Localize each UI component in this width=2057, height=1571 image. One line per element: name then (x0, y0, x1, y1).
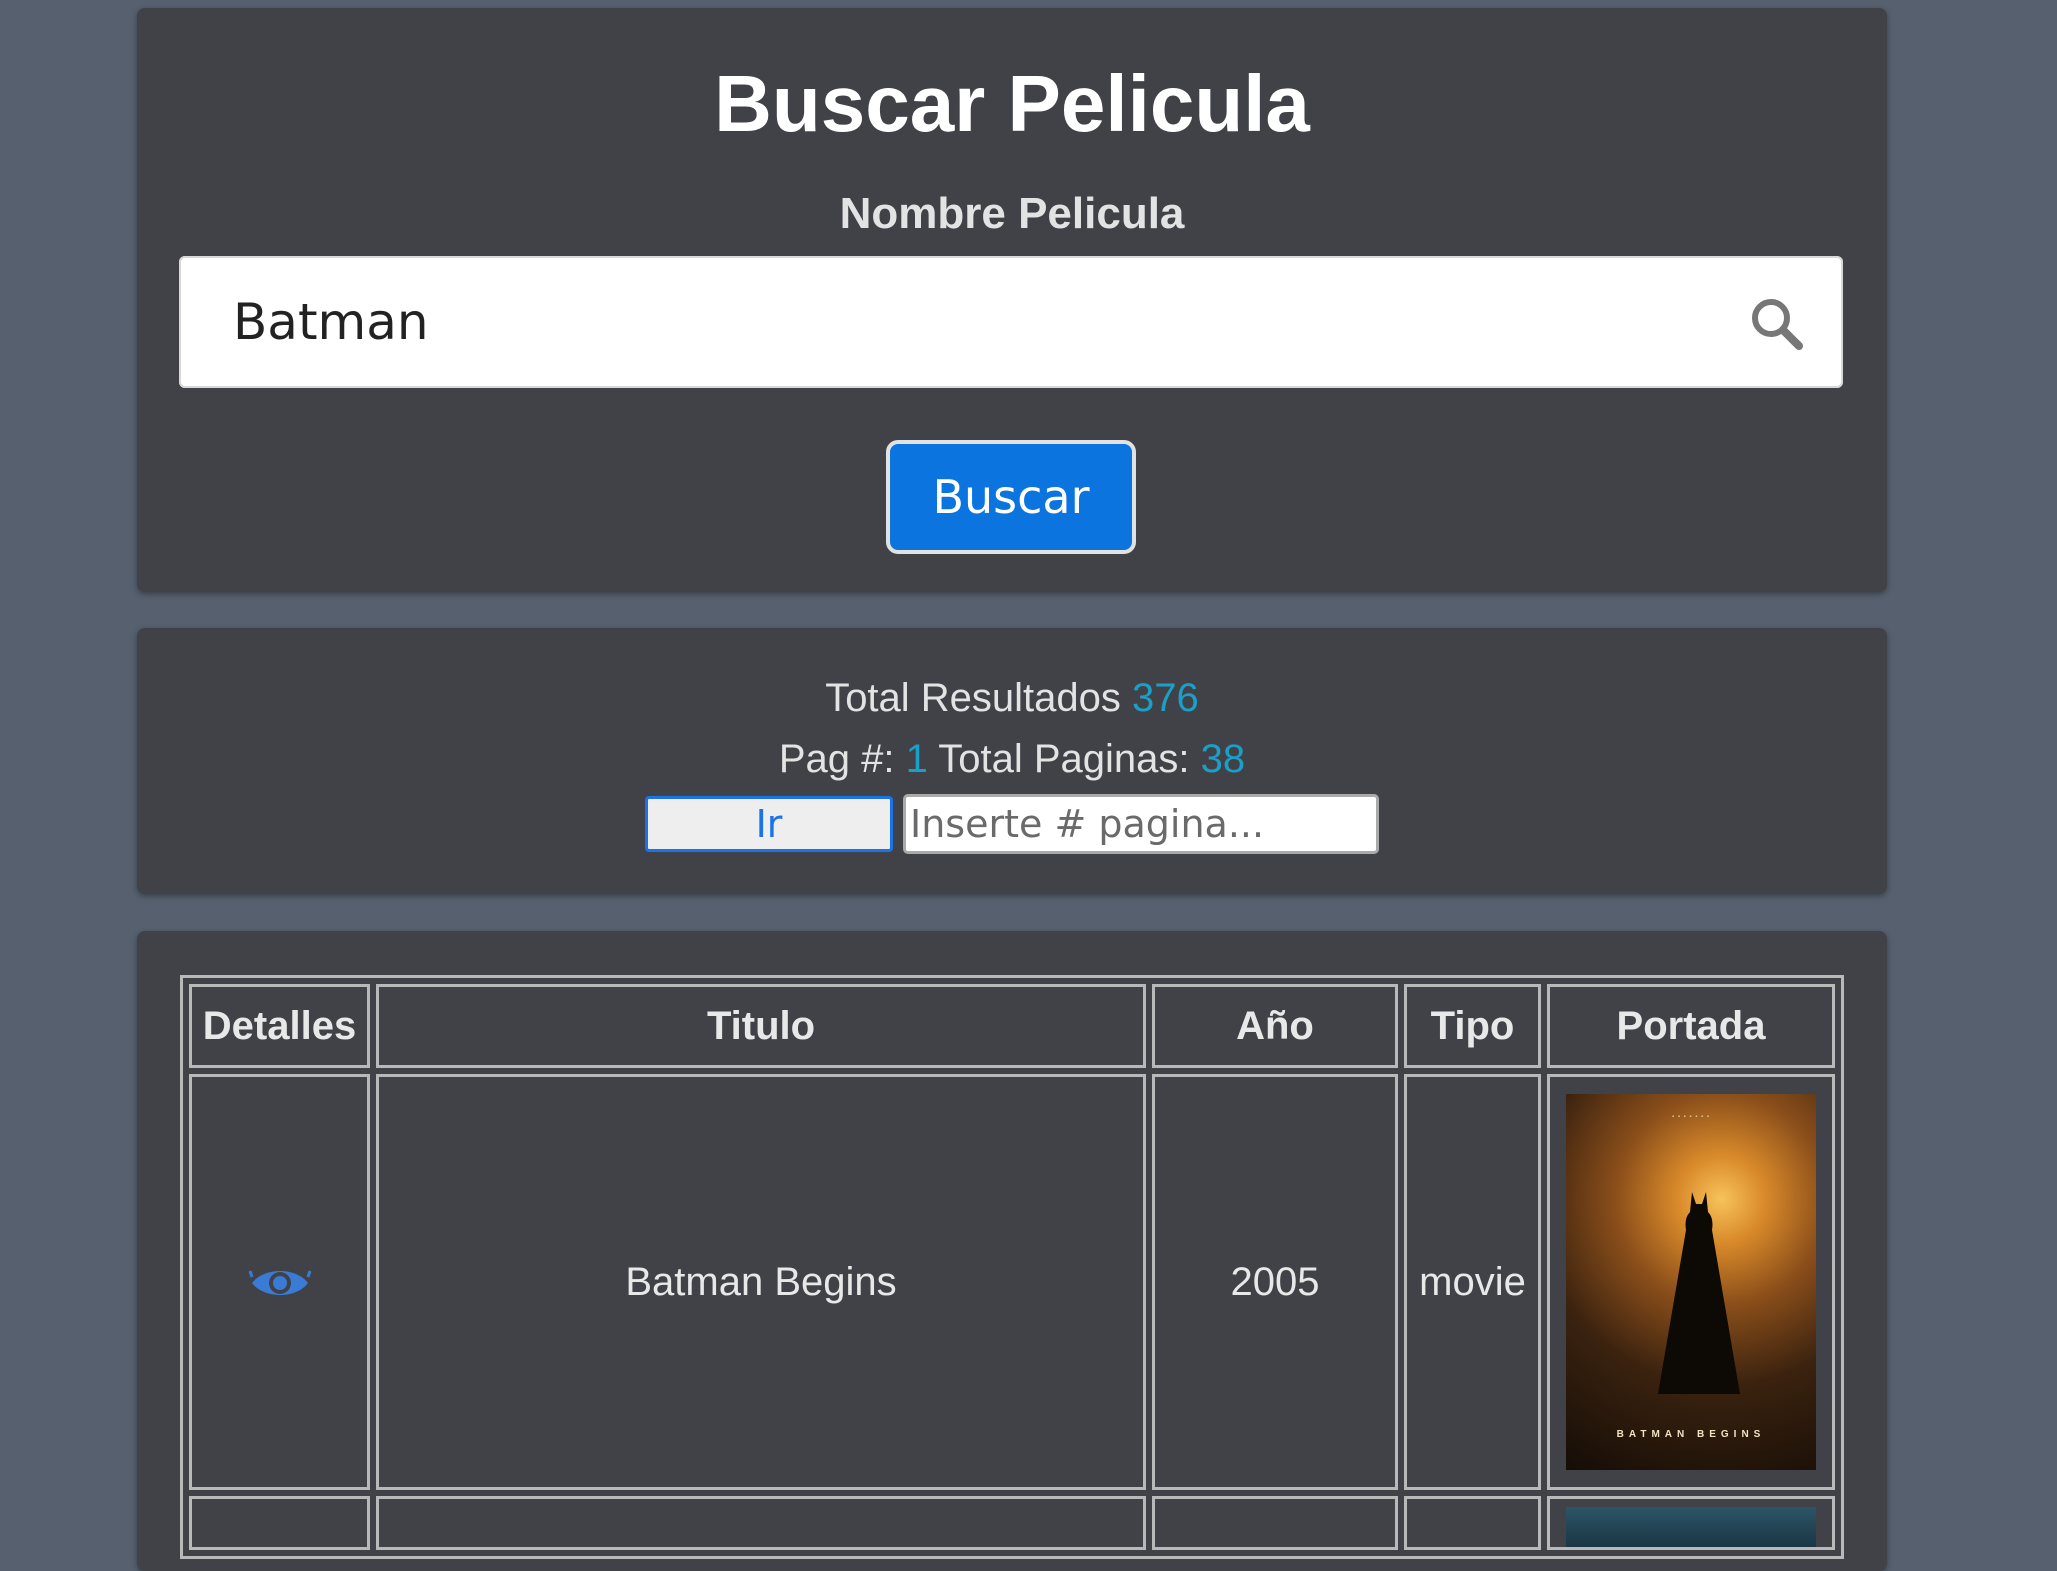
poster-credits: ▪ ▪ ▪ ▪ ▪ ▪ ▪ (1672, 1114, 1710, 1120)
header-ano: Año (1152, 984, 1398, 1068)
details-cell (189, 1074, 370, 1490)
results-panel: Total Resultados 376 Pag #: 1 Total Pagi… (137, 628, 1887, 894)
title-cell: Batman Begins (376, 1074, 1146, 1490)
table-row (189, 1496, 1835, 1550)
details-cell (189, 1496, 370, 1550)
results-table: Detalles Titulo Año Tipo Portada Batman … (180, 975, 1844, 1559)
search-icon[interactable] (1749, 296, 1805, 352)
total-pages-value: 38 (1200, 737, 1246, 781)
search-box (179, 256, 1843, 388)
page-number-value: 1 (905, 737, 928, 781)
poster-cell: ▪ ▪ ▪ ▪ ▪ ▪ ▪ BATMAN BEGINS (1547, 1074, 1835, 1490)
title-cell (376, 1496, 1146, 1550)
year-cell: 2005 (1152, 1074, 1398, 1490)
batman-figure (1658, 1192, 1740, 1394)
total-results-value: 376 (1132, 676, 1199, 720)
table-header-row: Detalles Titulo Año Tipo Portada (189, 984, 1835, 1068)
total-results: Total Resultados 376 (137, 672, 1887, 724)
page-number-label: Pag #: (778, 737, 895, 781)
go-to-page-button[interactable]: Ir (645, 796, 893, 852)
eye-icon[interactable] (248, 1261, 312, 1305)
total-pages-label: Total Paginas: (938, 737, 1190, 781)
poster-image: ▪ ▪ ▪ ▪ ▪ ▪ ▪ BATMAN BEGINS (1566, 1094, 1816, 1470)
header-portada: Portada (1547, 984, 1835, 1068)
pagination-info: Pag #: 1 Total Paginas: 38 (137, 733, 1887, 785)
type-cell: movie (1404, 1074, 1541, 1490)
year-cell (1152, 1496, 1398, 1550)
search-input[interactable] (179, 256, 1739, 388)
table-panel: Detalles Titulo Año Tipo Portada Batman … (137, 931, 1887, 1571)
header-tipo: Tipo (1404, 984, 1541, 1068)
header-detalles: Detalles (189, 984, 370, 1068)
movie-name-label: Nombre Pelicula (839, 189, 1185, 238)
total-results-label: Total Resultados (825, 676, 1121, 720)
poster-image (1566, 1507, 1816, 1547)
search-panel: Buscar Pelicula Nombre Pelicula Buscar (137, 8, 1887, 592)
search-button[interactable]: Buscar (886, 440, 1136, 554)
go-to-page-row: Ir (137, 794, 1887, 854)
page-title: Buscar Pelicula (714, 59, 1310, 148)
poster-title: BATMAN BEGINS (1616, 1429, 1766, 1440)
table-row: Batman Begins 2005 movie ▪ ▪ ▪ ▪ ▪ ▪ ▪ B… (189, 1074, 1835, 1490)
page-number-input[interactable] (903, 794, 1379, 854)
type-cell (1404, 1496, 1541, 1550)
header-titulo: Titulo (376, 984, 1146, 1068)
poster-cell (1547, 1496, 1835, 1550)
